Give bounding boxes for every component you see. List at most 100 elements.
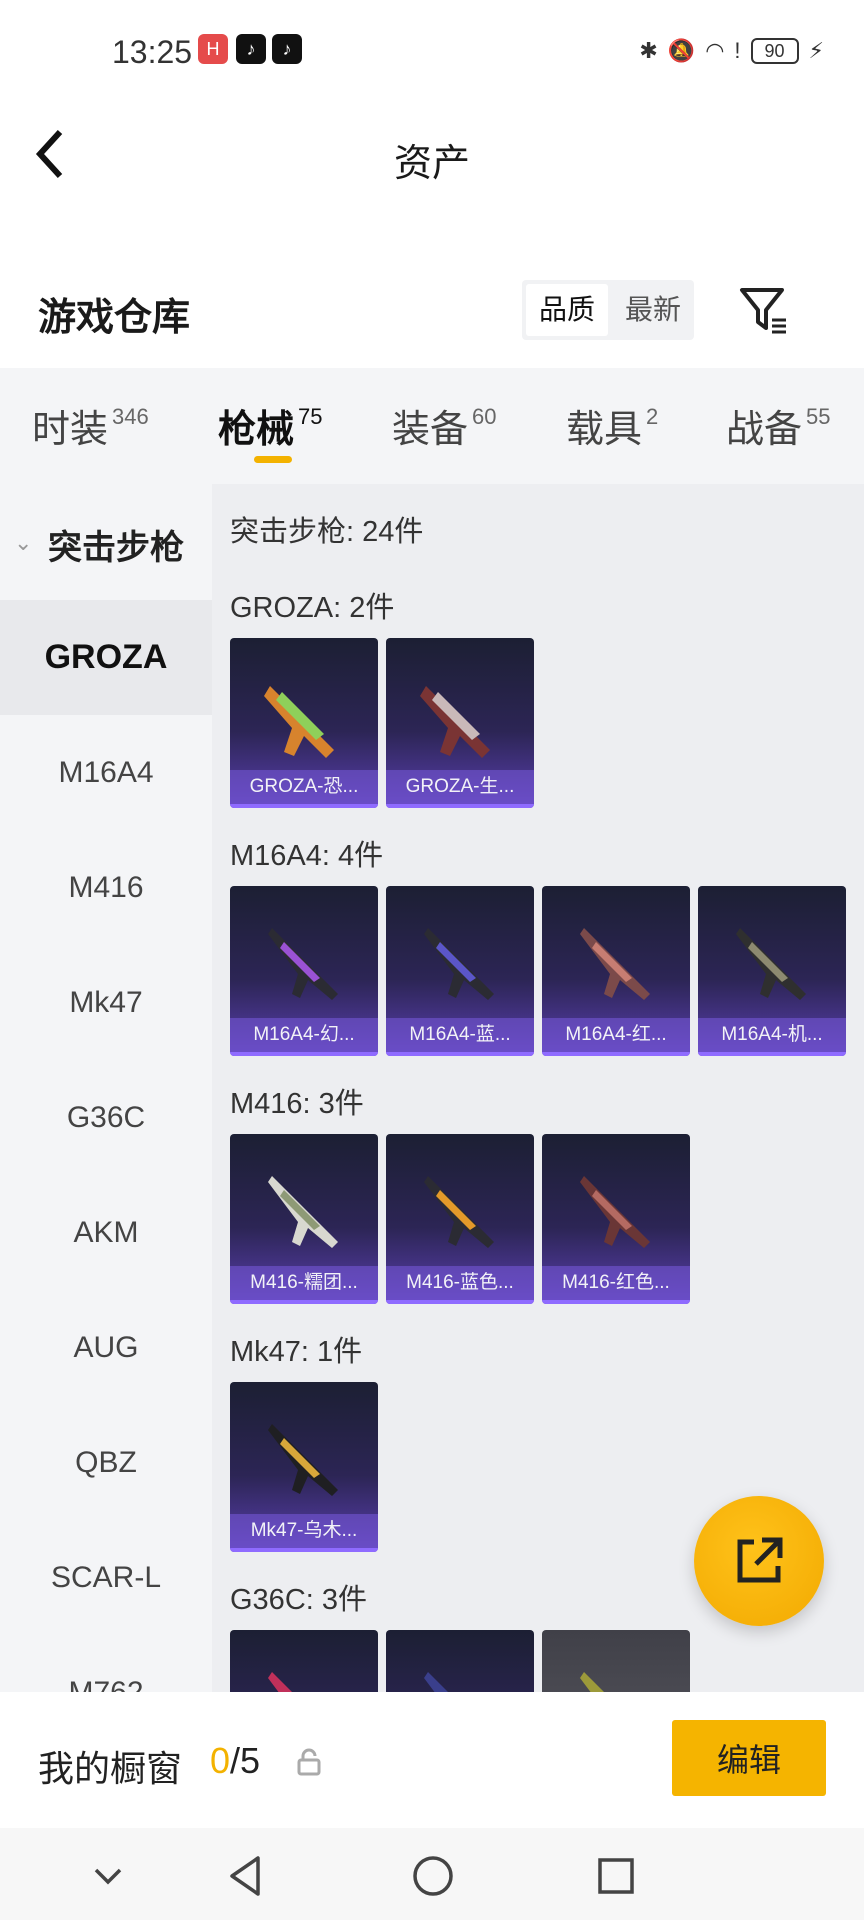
nav-hide-icon[interactable] bbox=[80, 1848, 136, 1904]
tab-label: 枪械 bbox=[218, 409, 295, 451]
sidebar-item-m16a4[interactable]: M16A4 bbox=[0, 715, 212, 830]
quality-bar bbox=[542, 1052, 690, 1056]
weapon-card-name: GROZA-生... bbox=[386, 770, 534, 804]
tab-count: 2 bbox=[646, 404, 659, 429]
weapon-card[interactable] bbox=[386, 1630, 534, 1692]
tab-count: 75 bbox=[298, 404, 323, 429]
filter-icon[interactable] bbox=[738, 284, 790, 336]
tab-count: 55 bbox=[806, 404, 831, 429]
tiktok-app-icon: ♪ bbox=[236, 34, 266, 64]
tab-count: 60 bbox=[472, 404, 497, 429]
section-title: M16A4: 4件 bbox=[230, 840, 384, 872]
weapon-card[interactable]: GROZA-生... bbox=[386, 638, 534, 808]
weapon-image bbox=[264, 686, 334, 758]
weapon-image bbox=[268, 1672, 292, 1692]
weapon-card-name: Mk47-乌木... bbox=[230, 1514, 378, 1548]
weapon-card-name: M416-红色... bbox=[542, 1266, 690, 1300]
quality-bar bbox=[542, 1300, 690, 1304]
battery-indicator: 90 bbox=[750, 38, 799, 64]
weapon-card[interactable]: M16A4-机... bbox=[698, 886, 846, 1056]
tab-label: 战备 bbox=[726, 409, 803, 451]
quality-bar bbox=[386, 1300, 534, 1304]
tiktok-app-icon: ♪ bbox=[272, 34, 302, 64]
sidebar-item-qbz[interactable]: QBZ bbox=[0, 1405, 212, 1520]
weapon-image bbox=[268, 928, 338, 1000]
quality-bar bbox=[698, 1052, 846, 1056]
category-summary: 突击步枪: 24件 bbox=[230, 516, 424, 548]
weapon-image bbox=[424, 1672, 448, 1692]
nav-back-icon[interactable] bbox=[220, 1848, 276, 1904]
tab-equipment[interactable]: 装备 60 bbox=[392, 398, 497, 453]
section-title: M416: 3件 bbox=[230, 1088, 364, 1120]
bluetooth-icon: ✱ bbox=[639, 38, 658, 63]
showcase-count: 0/5 bbox=[210, 1740, 260, 1782]
status-bar: 13:25 H ♪ ♪ ✱ 🔕 ◠ ! 90 ⚡ bbox=[0, 0, 864, 100]
weapon-card[interactable]: M16A4-蓝... bbox=[386, 886, 534, 1056]
weapon-card[interactable]: Mk47-乌木... bbox=[230, 1382, 378, 1552]
showcase-current: 0 bbox=[210, 1740, 231, 1781]
quality-bar bbox=[386, 1052, 534, 1056]
sidebar-item-m416[interactable]: M416 bbox=[0, 830, 212, 945]
wifi-icon: ◠ bbox=[705, 38, 725, 63]
page-title: 资产 bbox=[393, 143, 470, 185]
tab-supplies[interactable]: 战备 55 bbox=[726, 398, 831, 453]
weapon-card[interactable]: M16A4-幻... bbox=[230, 886, 378, 1056]
sidebar-item-scar-l[interactable]: SCAR-L bbox=[0, 1520, 212, 1635]
tab-firearms[interactable]: 枪械 75 bbox=[218, 398, 323, 453]
quality-bar bbox=[230, 1548, 378, 1552]
showcase-label: 我的橱窗 bbox=[38, 1748, 183, 1789]
active-tab-indicator bbox=[254, 456, 292, 463]
tab-label: 载具 bbox=[566, 409, 643, 451]
sidebar-item-m762[interactable]: M762 bbox=[0, 1635, 212, 1692]
chevron-down-icon: ⌄ bbox=[14, 530, 33, 555]
tab-label: 装备 bbox=[392, 409, 469, 451]
alert-icon: ! bbox=[734, 38, 741, 63]
warehouse-title: 游戏仓库 bbox=[38, 297, 191, 339]
weapon-card-name: M16A4-蓝... bbox=[386, 1018, 534, 1052]
weapon-card-name: M16A4-机... bbox=[698, 1018, 846, 1052]
sidebar-item-akm[interactable]: AKM bbox=[0, 1175, 212, 1290]
weapon-image bbox=[580, 928, 650, 1000]
weapon-card-name: M416-糯团... bbox=[230, 1266, 378, 1300]
weapon-card[interactable] bbox=[542, 1630, 690, 1692]
weapon-card-name: M16A4-幻... bbox=[230, 1018, 378, 1052]
weapon-image bbox=[424, 1176, 494, 1248]
edit-showcase-button[interactable]: 编辑 bbox=[672, 1720, 826, 1796]
sidebar-item-mk47[interactable]: Mk47 bbox=[0, 945, 212, 1060]
weapon-card-name: M416-蓝色... bbox=[386, 1266, 534, 1300]
showcase-total: /5 bbox=[230, 1740, 261, 1781]
section-title: G36C: 3件 bbox=[230, 1584, 367, 1616]
sidebar-item-g36c[interactable]: G36C bbox=[0, 1060, 212, 1175]
sort-quality-option[interactable]: 品质 bbox=[526, 284, 608, 336]
lock-icon bbox=[297, 1748, 321, 1776]
tab-fashion[interactable]: 时装 346 bbox=[32, 398, 149, 453]
weapon-card[interactable] bbox=[230, 1630, 378, 1692]
section-title: GROZA: 2件 bbox=[230, 592, 395, 624]
weapon-card-name: GROZA-恐... bbox=[230, 770, 378, 804]
weapon-image bbox=[736, 928, 806, 1000]
sidebar-item-groza[interactable]: GROZA bbox=[0, 600, 212, 715]
sidebar-item-aug[interactable]: AUG bbox=[0, 1290, 212, 1405]
sort-newest-option[interactable]: 最新 bbox=[612, 280, 694, 340]
weapon-card[interactable]: M416-蓝色... bbox=[386, 1134, 534, 1304]
quality-bar bbox=[230, 1300, 378, 1304]
weapon-card[interactable]: M416-红色... bbox=[542, 1134, 690, 1304]
weapon-image bbox=[424, 928, 494, 1000]
tab-count: 346 bbox=[112, 404, 149, 429]
nav-home-icon[interactable] bbox=[405, 1848, 461, 1904]
weapon-image bbox=[268, 1424, 338, 1496]
tab-vehicles[interactable]: 载具 2 bbox=[566, 398, 658, 453]
tab-label: 时装 bbox=[32, 409, 109, 451]
weapon-card[interactable]: GROZA-恐... bbox=[230, 638, 378, 808]
sidebar-group-label: 突击步枪 bbox=[48, 529, 184, 567]
sidebar-group-assault-rifle[interactable]: ⌄ 突击步枪 bbox=[0, 484, 212, 600]
nav-recents-icon[interactable] bbox=[588, 1848, 644, 1904]
quality-bar bbox=[230, 804, 378, 808]
status-icons: ✱ 🔕 ◠ ! 90 ⚡ bbox=[639, 34, 824, 68]
weapon-card[interactable]: M16A4-红... bbox=[542, 886, 690, 1056]
share-floating-button[interactable] bbox=[694, 1496, 824, 1626]
quality-bar bbox=[386, 804, 534, 808]
weapon-image bbox=[580, 1672, 604, 1692]
weapon-card[interactable]: M416-糯团... bbox=[230, 1134, 378, 1304]
mute-icon: 🔕 bbox=[667, 38, 696, 63]
